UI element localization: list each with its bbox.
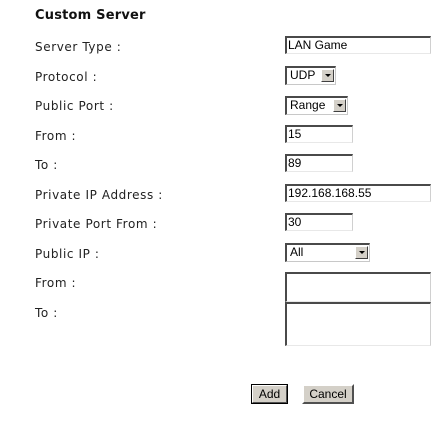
public-ip-from-input[interactable] [285, 272, 431, 302]
protocol-label: Protocol : [35, 70, 98, 84]
from-label: From : [35, 129, 77, 143]
to-label: To : [35, 158, 58, 172]
public-port-select[interactable]: Range [285, 96, 348, 115]
public-ip-select[interactable]: All [285, 243, 370, 262]
public-ip-to-label: To : [35, 306, 58, 320]
public-ip-to-input[interactable] [285, 302, 431, 346]
form-title: Custom Server [35, 8, 146, 23]
public-port-from-input[interactable]: 15 [285, 125, 353, 143]
public-port-label: Public Port : [35, 99, 114, 113]
chevron-down-icon[interactable] [333, 99, 346, 112]
public-ip-from-label: From : [35, 276, 77, 290]
cancel-button[interactable]: Cancel [302, 384, 354, 404]
chevron-down-icon[interactable] [321, 69, 334, 82]
public-ip-label: Public IP : [35, 247, 100, 261]
public-ip-value: All [290, 245, 304, 259]
public-port-value: Range [290, 98, 326, 112]
protocol-select[interactable]: UDP [285, 66, 336, 85]
protocol-value: UDP [290, 68, 316, 82]
public-port-to-input[interactable]: 89 [285, 154, 353, 172]
add-button[interactable]: Add [251, 384, 288, 404]
private-ip-label: Private IP Address : [35, 188, 163, 202]
private-port-from-label: Private Port From : [35, 217, 158, 231]
server-type-label: Server Type : [35, 40, 122, 54]
chevron-down-icon[interactable] [355, 246, 368, 259]
private-port-from-input[interactable]: 30 [285, 213, 353, 231]
server-type-input[interactable]: LAN Game [285, 36, 431, 54]
private-ip-input[interactable]: 192.168.168.55 [285, 184, 431, 202]
